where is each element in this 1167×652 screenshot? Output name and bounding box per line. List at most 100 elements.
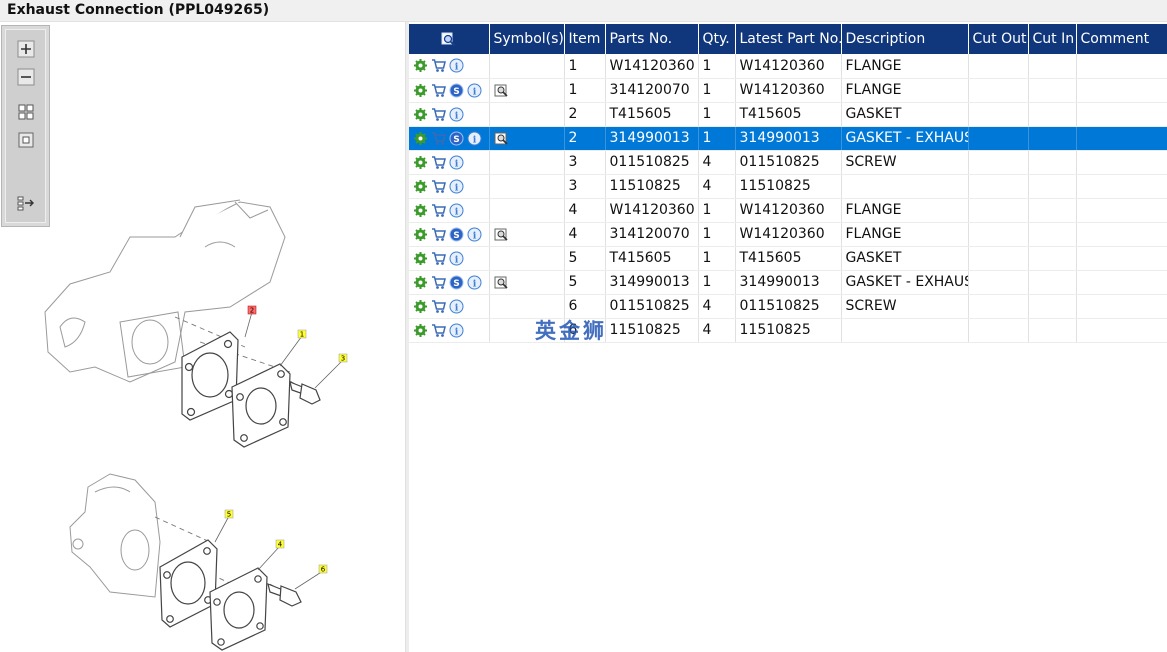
cell-parts-no: 314990013 — [605, 126, 699, 151]
table-row[interactable]: Si 4 314120070 1 W14120360 FLANGE — [409, 222, 1167, 247]
cell-qty: 1 — [698, 78, 736, 103]
cart-icon[interactable] — [431, 275, 446, 290]
header-cut-out[interactable]: Cut Out — [968, 24, 1029, 54]
settings-gear-icon[interactable] — [413, 275, 428, 290]
cell-latest-part-no: W14120360 — [735, 198, 842, 223]
cell-cut-out — [968, 174, 1029, 199]
cart-icon[interactable] — [431, 323, 446, 338]
settings-gear-icon[interactable] — [413, 155, 428, 170]
cell-qty: 1 — [698, 246, 736, 271]
table-row[interactable]: i 6 11510825 4 11510825 — [409, 318, 1167, 343]
supersession-s-icon[interactable]: S — [449, 83, 464, 98]
fit-window-button[interactable] — [17, 131, 35, 149]
table-row[interactable]: Si 1 314120070 1 W14120360 FLANGE — [409, 78, 1167, 103]
cell-cut-out — [968, 246, 1029, 271]
cell-latest-part-no: W14120360 — [735, 54, 842, 79]
fit-all-button[interactable] — [17, 103, 35, 121]
fit-window-icon — [18, 132, 34, 148]
symbol-view-icon[interactable] — [494, 83, 509, 98]
cart-icon[interactable] — [431, 131, 446, 146]
callout-2[interactable]: 2 — [250, 307, 254, 315]
callout-3[interactable]: 3 — [341, 355, 345, 363]
table-row[interactable]: i 2 T415605 1 T415605 GASKET — [409, 102, 1167, 127]
header-comment[interactable]: Comment — [1076, 24, 1167, 54]
cell-qty: 1 — [698, 54, 736, 79]
info-icon[interactable]: i — [449, 107, 464, 122]
drawing-pane[interactable]: 2 1 3 5 4 6 — [0, 22, 405, 652]
cell-description: FLANGE — [841, 54, 969, 79]
header-cut-in[interactable]: Cut In — [1028, 24, 1077, 54]
settings-gear-icon[interactable] — [413, 58, 428, 73]
info-icon[interactable]: i — [449, 155, 464, 170]
cart-icon[interactable] — [431, 58, 446, 73]
zoom-out-icon — [17, 68, 35, 86]
callout-6[interactable]: 6 — [321, 566, 326, 574]
cart-icon[interactable] — [431, 227, 446, 242]
settings-gear-icon[interactable] — [413, 323, 428, 338]
info-icon[interactable]: i — [467, 275, 482, 290]
table-row[interactable]: i 3 11510825 4 11510825 — [409, 174, 1167, 199]
header-symbols[interactable]: Symbol(s) — [489, 24, 565, 54]
info-icon[interactable]: i — [449, 299, 464, 314]
cart-icon[interactable] — [431, 299, 446, 314]
supersession-s-icon[interactable]: S — [449, 275, 464, 290]
info-icon[interactable]: i — [449, 251, 464, 266]
table-row[interactable]: Si 2 314990013 1 314990013 GASKET - EXHAUS — [409, 126, 1167, 151]
settings-gear-icon[interactable] — [413, 179, 428, 194]
header-description[interactable]: Description — [841, 24, 969, 54]
cell-description: FLANGE — [841, 198, 969, 223]
zoom-in-button[interactable] — [17, 40, 35, 58]
cell-cut-out — [968, 270, 1029, 295]
cell-comment — [1076, 54, 1167, 79]
parts-list-pane: Symbol(s) Item Parts No. Qty. Latest Par… — [409, 22, 1167, 652]
cell-parts-no: 011510825 — [605, 294, 699, 319]
cell-description: SCREW — [841, 294, 969, 319]
cart-icon[interactable] — [431, 251, 446, 266]
settings-gear-icon[interactable] — [413, 203, 428, 218]
svg-text:i: i — [455, 158, 459, 169]
header-parts-no[interactable]: Parts No. — [605, 24, 699, 54]
table-row[interactable]: i 6 011510825 4 011510825 SCREW — [409, 294, 1167, 319]
exploded-parts-drawing[interactable]: 2 1 3 5 4 6 — [0, 152, 405, 652]
info-icon[interactable]: i — [449, 58, 464, 73]
table-row[interactable]: Si 5 314990013 1 314990013 GASKET - EXHAUS — [409, 270, 1167, 295]
zoom-out-button[interactable] — [17, 68, 35, 86]
cell-cut-out — [968, 78, 1029, 103]
settings-gear-icon[interactable] — [413, 131, 428, 146]
cell-description: GASKET — [841, 246, 969, 271]
header-qty[interactable]: Qty. — [698, 24, 736, 54]
info-icon[interactable]: i — [467, 227, 482, 242]
table-row[interactable]: i 1 W14120360 1 W14120360 FLANGE — [409, 54, 1167, 79]
header-search[interactable] — [409, 24, 490, 54]
cart-icon[interactable] — [431, 107, 446, 122]
cart-icon[interactable] — [431, 155, 446, 170]
callout-1[interactable]: 1 — [300, 331, 304, 339]
supersession-s-icon[interactable]: S — [449, 227, 464, 242]
table-row[interactable]: i 4 W14120360 1 W14120360 FLANGE — [409, 198, 1167, 223]
svg-text:i: i — [455, 182, 459, 193]
cell-latest-part-no: 011510825 — [735, 150, 842, 175]
callout-4[interactable]: 4 — [278, 541, 283, 549]
settings-gear-icon[interactable] — [413, 299, 428, 314]
table-row[interactable]: i 5 T415605 1 T415605 GASKET — [409, 246, 1167, 271]
symbol-view-icon[interactable] — [494, 131, 509, 146]
info-icon[interactable]: i — [467, 131, 482, 146]
settings-gear-icon[interactable] — [413, 83, 428, 98]
header-latest-part-no[interactable]: Latest Part No. — [735, 24, 842, 54]
symbol-view-icon[interactable] — [494, 275, 509, 290]
table-row[interactable]: i 3 011510825 4 011510825 SCREW — [409, 150, 1167, 175]
callout-5[interactable]: 5 — [227, 511, 231, 519]
cart-icon[interactable] — [431, 179, 446, 194]
header-item[interactable]: Item — [564, 24, 606, 54]
cart-icon[interactable] — [431, 203, 446, 218]
info-icon[interactable]: i — [467, 83, 482, 98]
settings-gear-icon[interactable] — [413, 107, 428, 122]
info-icon[interactable]: i — [449, 203, 464, 218]
symbol-view-icon[interactable] — [494, 227, 509, 242]
info-icon[interactable]: i — [449, 323, 464, 338]
supersession-s-icon[interactable]: S — [449, 131, 464, 146]
settings-gear-icon[interactable] — [413, 227, 428, 242]
cart-icon[interactable] — [431, 83, 446, 98]
settings-gear-icon[interactable] — [413, 251, 428, 266]
info-icon[interactable]: i — [449, 179, 464, 194]
